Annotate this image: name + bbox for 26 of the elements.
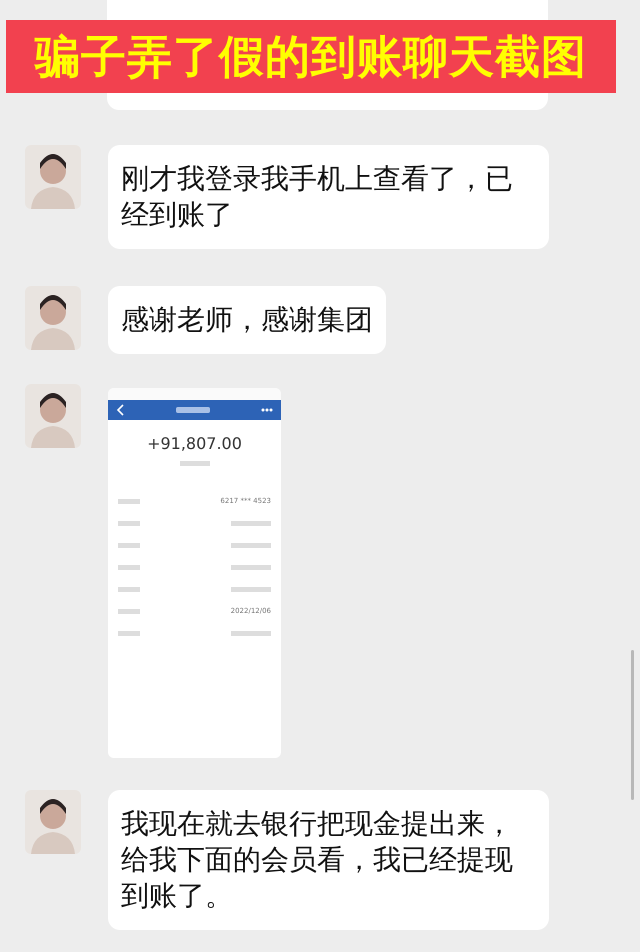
blurred-title	[176, 407, 210, 413]
blurred-value	[231, 564, 271, 570]
blurred-value	[231, 542, 271, 548]
back-icon	[116, 404, 124, 416]
avatar-icon	[25, 790, 81, 854]
message-bubble: 感谢老师，感谢集团	[108, 286, 386, 354]
blurred-label	[118, 586, 140, 592]
blurred-value	[231, 630, 271, 636]
scrollbar[interactable]	[631, 650, 634, 800]
blurred-label	[118, 608, 140, 614]
message-bubble: 我现在就去银行把现金提出来，给我下面的会员看，我已经提现到账了。	[108, 790, 549, 930]
blurred-label	[118, 498, 140, 504]
blurred-label	[118, 630, 140, 636]
blurred-label	[118, 520, 140, 526]
message-bubble: 刚才我登录我手机上查看了，已经到账了	[108, 145, 549, 249]
avatar-icon	[25, 286, 81, 350]
avatar-icon	[25, 384, 81, 448]
blurred-label	[118, 542, 140, 548]
blurred-label	[118, 564, 140, 570]
avatar-icon	[25, 145, 81, 209]
blurred-value	[231, 586, 271, 592]
blurred-subtitle	[180, 461, 210, 466]
more-icon	[261, 408, 273, 412]
blurred-value	[231, 520, 271, 526]
caption-banner: 骗子弄了假的到账聊天截图	[6, 20, 616, 93]
amount-text: +91,807.00	[146, 434, 243, 453]
